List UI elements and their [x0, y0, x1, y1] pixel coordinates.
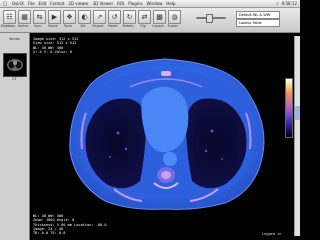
layout-icon: ▩ [156, 13, 163, 21]
reset-button[interactable]: ↺ [108, 10, 121, 24]
export-button[interactable]: ↗ [93, 10, 106, 24]
menu-edit[interactable]: Edit [37, 1, 49, 6]
tools-icon: ❖ [66, 13, 73, 21]
overlay-bottom-left: WL: 40 WW: 400 Zoom: 100% Angle: 0 Thick… [33, 214, 107, 236]
volume-icon[interactable]: ♪ [276, 1, 279, 6]
clut-popup[interactable]: Lookup Table [236, 19, 280, 27]
wl-popup[interactable]: Default WL & WW [236, 11, 280, 19]
menu-window[interactable]: Window [145, 1, 165, 6]
menu-roi[interactable]: ROI [115, 1, 126, 6]
export-label: Export [92, 24, 104, 28]
menu-help[interactable]: Help [164, 1, 177, 6]
database-button[interactable]: ☷ [3, 10, 16, 24]
series-label: Series [17, 24, 29, 28]
menu-osirix[interactable]: OsiriX [10, 1, 26, 6]
movie-button[interactable]: ▶ [48, 10, 61, 24]
clock: 9:58:12 [281, 1, 297, 6]
database-icon: ☷ [6, 13, 13, 21]
menubar-status: ♪ 9:58:12 [276, 1, 300, 6]
thumbnail-caption: CT [12, 77, 17, 81]
fusion-icon: ◍ [171, 13, 178, 21]
flip-label: Flip [140, 24, 146, 28]
apple-logo-icon[interactable]:  [0, 1, 10, 7]
status-corner-label: Logged in [262, 232, 282, 236]
database-label: Database [1, 24, 15, 28]
rotate-button[interactable]: ↻ [123, 10, 136, 24]
tools-button[interactable]: ❖ [63, 10, 76, 24]
movie-label: Movie [47, 24, 59, 28]
reset-icon: ↺ [111, 13, 118, 21]
flip-icon: ⇄ [141, 13, 148, 21]
rotate-label: Rotate [122, 24, 134, 28]
scroll-thumb[interactable] [295, 106, 300, 120]
menu-file[interactable]: File [26, 1, 37, 6]
movie-icon: ▶ [51, 13, 58, 21]
sync-icon: ⇆ [36, 13, 43, 21]
menu-format[interactable]: Format [48, 1, 66, 6]
wl-label: WL [80, 24, 86, 28]
menu-3d-viewer[interactable]: 3D Viewer [91, 1, 116, 6]
series-button[interactable]: ▦ [18, 10, 31, 24]
layout-button[interactable]: ▩ [153, 10, 166, 24]
reset-label: Reset [108, 24, 118, 28]
fusion-button[interactable]: ◍ [168, 10, 181, 24]
fusion-label: Fusion [167, 24, 179, 28]
series-sidebar: Series CT [0, 33, 30, 240]
clut-colorbar [285, 78, 293, 138]
export-icon: ↗ [96, 13, 103, 21]
wl-button[interactable]: ◐ [78, 10, 91, 24]
rotate-icon: ↻ [126, 13, 133, 21]
tools-label: Tools [63, 24, 73, 28]
menu-plugins[interactable]: Plugins [126, 1, 144, 6]
flip-button[interactable]: ⇄ [138, 10, 151, 24]
image-scrollbar[interactable] [294, 36, 300, 236]
series-icon: ▦ [21, 13, 28, 21]
layout-label: Layout [152, 24, 164, 28]
zoom-slider-knob[interactable] [206, 14, 213, 23]
wl-icon: ◐ [81, 13, 88, 21]
sync-button[interactable]: ⇆ [33, 10, 46, 24]
image-viewer[interactable]: Image size: 512 x 512 View size: 512 x 5… [30, 33, 300, 240]
series-thumbnail[interactable] [3, 53, 27, 77]
menu-2d-viewer[interactable]: 2D viewer [66, 1, 90, 6]
thumbnail-image [4, 54, 26, 76]
sidebar-title: Series [9, 37, 20, 41]
menubar:  OsiriX File Edit Format 2D viewer 3D V… [0, 0, 300, 8]
viewer-toolbar: ☷ Database ▦ Series ⇆ Sync ▶ Movie ❖ Too… [0, 8, 300, 33]
ct-image[interactable] [30, 33, 300, 240]
overlay-top-left: Image size: 512 x 512 View size: 512 x 5… [33, 37, 79, 54]
sync-label: Sync [33, 24, 43, 28]
